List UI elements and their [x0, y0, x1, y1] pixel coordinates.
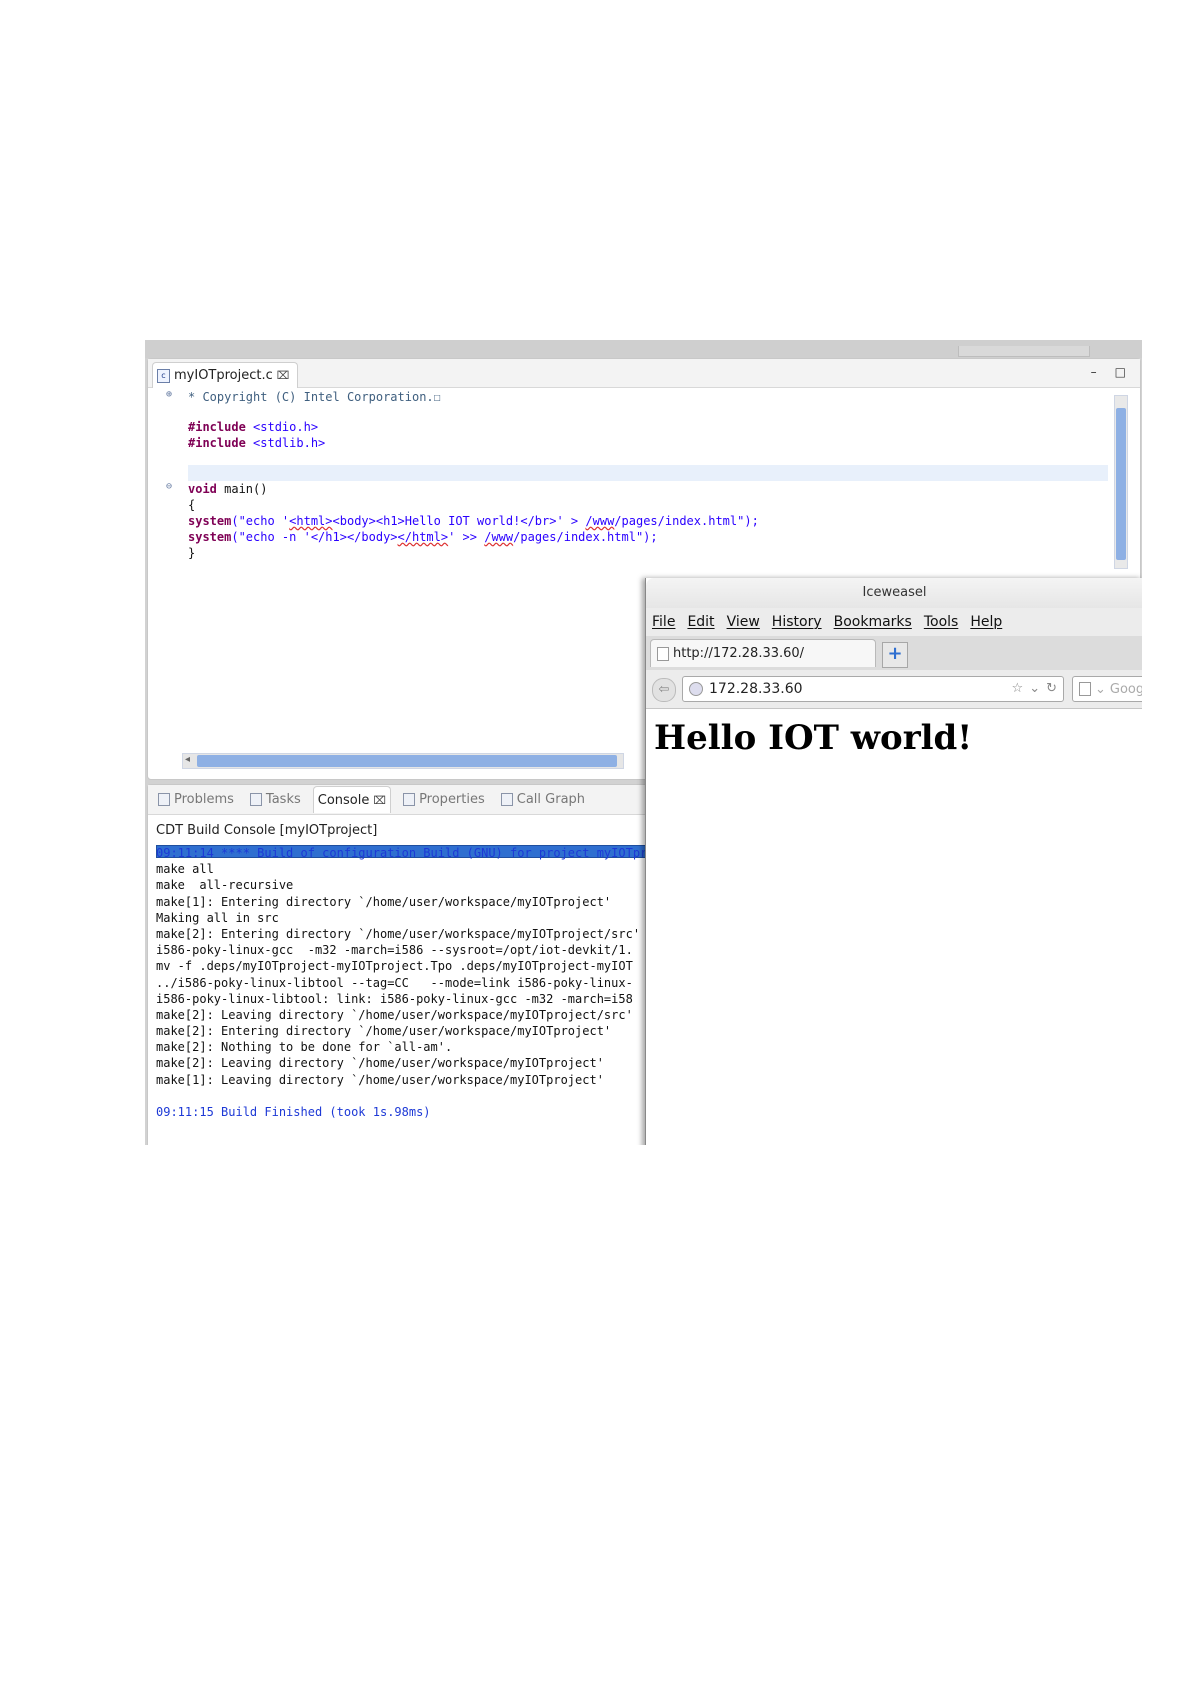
- tab-properties[interactable]: Properties: [399, 787, 489, 813]
- code-line-copyright: * Copyright (C) Intel Corporation.☐: [188, 390, 441, 404]
- problems-icon: [158, 793, 170, 806]
- maximize-icon[interactable]: □: [1115, 365, 1126, 379]
- toolbar-field[interactable]: [958, 346, 1090, 357]
- browser-window: Iceweasel File Edit View History Bookmar…: [645, 578, 1142, 1145]
- tab-problems[interactable]: Problems: [154, 787, 238, 813]
- close-icon[interactable]: ⌧: [373, 794, 386, 807]
- menu-bookmarks[interactable]: Bookmarks: [834, 614, 912, 630]
- menu-history[interactable]: History: [772, 614, 822, 630]
- properties-icon: [403, 793, 416, 806]
- code-line-system-1: system("echo '<html><body><h1>Hello IOT …: [188, 514, 759, 528]
- back-icon[interactable]: ⇦: [652, 678, 676, 702]
- browser-menubar: File Edit View History Bookmarks Tools H…: [646, 608, 1142, 636]
- code-line-system-2: system("echo -n '</h1></body></html>' >>…: [188, 530, 658, 544]
- url-bar[interactable]: 172.28.33.60 ☆ ⌄ ↻: [682, 676, 1064, 702]
- browser-tab[interactable]: http://172.28.33.60/: [650, 639, 876, 667]
- current-line-highlight: [188, 465, 1108, 481]
- editor-tab-label: myIOTproject.c: [174, 368, 273, 383]
- reload-icon[interactable]: ↻: [1046, 681, 1057, 696]
- bookmark-star-icon[interactable]: ☆: [1012, 681, 1024, 696]
- editor-vertical-scrollbar[interactable]: [1114, 395, 1128, 569]
- top-toolbar-strip: [145, 340, 1142, 358]
- browser-navbar: ⇦ 172.28.33.60 ☆ ⌄ ↻ ⌄ Goog: [646, 670, 1142, 709]
- console-title: CDT Build Console [myIOTproject]: [156, 823, 378, 838]
- code-line-include-stdio: #include <stdio.h>: [188, 420, 319, 434]
- tab-call-graph[interactable]: Call Graph: [497, 787, 589, 813]
- url-text: 172.28.33.60: [709, 681, 803, 697]
- new-tab-button[interactable]: +: [882, 642, 908, 668]
- menu-tools[interactable]: Tools: [924, 614, 959, 630]
- tasks-icon: [249, 793, 262, 806]
- screenshot: c myIOTproject.c ⌧ – □ ⊕ * Copyright (C)…: [145, 340, 1142, 1145]
- call-graph-icon: [500, 793, 513, 806]
- menu-help[interactable]: Help: [970, 614, 1002, 630]
- editor-tab[interactable]: c myIOTproject.c ⌧: [152, 362, 299, 388]
- globe-icon: [689, 682, 703, 696]
- page-icon: [657, 646, 669, 661]
- browser-titlebar: Iceweasel: [646, 578, 1142, 608]
- search-placeholder: Goog: [1109, 681, 1142, 697]
- menu-view[interactable]: View: [727, 614, 760, 630]
- close-icon[interactable]: ⌧: [277, 369, 290, 382]
- menu-file[interactable]: File: [652, 614, 675, 630]
- fold-collapse-icon[interactable]: ⊖: [166, 481, 172, 492]
- tab-console[interactable]: Console ⌧: [156, 786, 1138, 858]
- c-file-icon: c: [157, 368, 170, 383]
- browser-tab-label: http://172.28.33.60/: [673, 646, 805, 661]
- code-line-include-stdlib: #include <stdlib.h>: [188, 436, 326, 450]
- page-heading: Hello IOT world!: [654, 718, 973, 758]
- fold-expand-icon[interactable]: ⊕: [166, 389, 172, 400]
- browser-tabstrip: http://172.28.33.60/ +: [646, 636, 1142, 670]
- scroll-thumb[interactable]: [1116, 408, 1126, 560]
- scroll-left-icon[interactable]: ◂: [185, 754, 190, 765]
- scroll-thumb[interactable]: [197, 755, 617, 767]
- editor-horizontal-scrollbar[interactable]: ◂: [182, 753, 624, 769]
- code-line-main: void main(): [188, 482, 268, 496]
- url-bar-actions: ☆ ⌄ ↻: [1012, 681, 1057, 696]
- tab-tasks[interactable]: Tasks: [246, 787, 305, 813]
- search-engine-icon: [1079, 682, 1091, 696]
- code-line-close-brace: }: [188, 546, 196, 560]
- editor-tabbar: c myIOTproject.c ⌧ – □: [148, 359, 1140, 388]
- dropdown-icon[interactable]: ⌄: [1029, 681, 1040, 696]
- minimize-icon[interactable]: –: [1091, 365, 1097, 379]
- editor-window-buttons: – □: [1091, 365, 1126, 379]
- menu-edit[interactable]: Edit: [687, 614, 714, 630]
- code-line-open-brace: {: [188, 498, 196, 512]
- search-input[interactable]: ⌄ Goog: [1072, 676, 1142, 702]
- search-dropdown-icon[interactable]: ⌄: [1095, 682, 1106, 697]
